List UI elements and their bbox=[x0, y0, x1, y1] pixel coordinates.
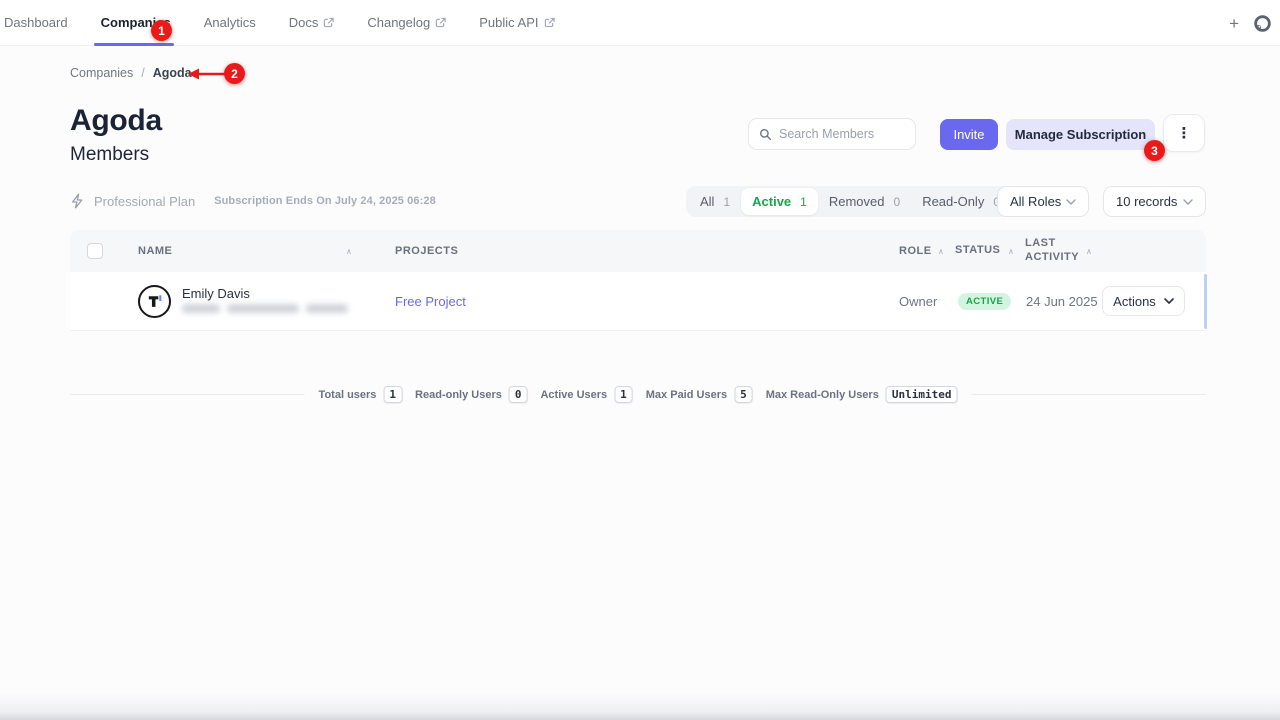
external-link-icon bbox=[544, 17, 555, 28]
records-per-page-dropdown[interactable]: 10 records bbox=[1103, 186, 1206, 217]
actions-label: Actions bbox=[1113, 294, 1156, 309]
roles-dropdown-value: All Roles bbox=[1010, 194, 1061, 209]
stat-value: 0 bbox=[509, 386, 528, 403]
filter-tab-count: 1 bbox=[800, 195, 807, 209]
sort-icon[interactable]: ∧ bbox=[938, 247, 944, 256]
member-name: Emily Davis bbox=[182, 286, 250, 301]
filter-tab-active[interactable]: Active 1 bbox=[741, 188, 818, 215]
manage-subscription-button[interactable]: Manage Subscription bbox=[1006, 119, 1155, 150]
annotation-arrow-icon bbox=[186, 66, 228, 82]
chevron-down-icon bbox=[1164, 298, 1174, 304]
filter-tab-removed[interactable]: Removed 0 bbox=[818, 188, 911, 215]
nav-right-actions: + bbox=[1229, 0, 1272, 46]
kebab-icon: ⋮ bbox=[1177, 126, 1192, 141]
nav-item-docs[interactable]: Docs bbox=[289, 0, 335, 46]
page-subtitle: Members bbox=[70, 144, 149, 166]
top-nav: Dashboard Companies Analytics Docs Chang… bbox=[0, 0, 1280, 46]
column-status[interactable]: STATUS bbox=[955, 230, 1000, 272]
external-link-icon bbox=[323, 17, 334, 28]
filter-tab-count: 1 bbox=[723, 195, 730, 209]
last-activity-date: 24 Jun 2025 bbox=[1026, 294, 1098, 309]
sort-icon[interactable]: ∧ bbox=[1008, 247, 1014, 256]
search-members-box bbox=[748, 118, 916, 150]
annotation-badge-1: 1 bbox=[151, 20, 172, 41]
project-link[interactable]: Free Project bbox=[395, 294, 466, 309]
stat-max-paid-users: Max Paid Users 5 bbox=[646, 386, 753, 403]
filter-tab-all[interactable]: All 1 bbox=[689, 188, 741, 215]
user-stats-bar: Total users 1 Read-only Users 0 Active U… bbox=[305, 385, 972, 404]
stat-label: Max Read-Only Users bbox=[766, 389, 879, 401]
scrollbar-indicator[interactable] bbox=[1204, 274, 1207, 329]
plan-name: Professional Plan bbox=[94, 194, 195, 209]
breadcrumb: Companies / Agoda bbox=[70, 66, 192, 80]
filter-tab-label: Removed bbox=[829, 194, 885, 209]
filter-tab-label: Active bbox=[752, 194, 791, 209]
status-filter-group: All 1 Active 1 Removed 0 Read-Only 0 bbox=[686, 186, 1014, 217]
redacted-email bbox=[182, 304, 348, 313]
records-dropdown-value: 10 records bbox=[1116, 194, 1177, 209]
plan-info: Professional Plan Subscription Ends On J… bbox=[70, 193, 436, 209]
stat-value: Unlimited bbox=[886, 386, 958, 403]
column-projects[interactable]: PROJECTS bbox=[395, 230, 458, 272]
select-all-checkbox[interactable] bbox=[87, 243, 103, 259]
nav-item-public-api[interactable]: Public API bbox=[479, 0, 554, 46]
search-icon bbox=[759, 128, 772, 141]
bottom-fade bbox=[0, 692, 1280, 720]
column-role[interactable]: ROLE bbox=[899, 230, 932, 272]
active-tab-underline bbox=[94, 43, 174, 46]
sort-icon[interactable]: ∧ bbox=[346, 247, 352, 256]
invite-button[interactable]: Invite bbox=[940, 119, 998, 150]
stat-read-only-users: Read-only Users 0 bbox=[415, 386, 527, 403]
column-name[interactable]: NAME bbox=[138, 230, 172, 272]
more-options-button[interactable]: ⋮ bbox=[1163, 114, 1205, 152]
nav-item-label: Changelog bbox=[367, 15, 430, 30]
nav-item-changelog[interactable]: Changelog bbox=[367, 0, 446, 46]
nav-item-dashboard[interactable]: Dashboard bbox=[4, 0, 68, 46]
stat-value: 1 bbox=[383, 386, 402, 403]
filter-tab-label: Read-Only bbox=[922, 194, 984, 209]
account-icon[interactable] bbox=[1253, 14, 1272, 33]
avatar bbox=[138, 285, 171, 318]
subscription-end-text: Subscription Ends On July 24, 2025 06:28 bbox=[214, 195, 436, 207]
filter-tab-label: All bbox=[700, 194, 714, 209]
stat-value: 5 bbox=[734, 386, 753, 403]
column-last-activity[interactable]: LAST ACTIVITY bbox=[1025, 230, 1085, 272]
stat-total-users: Total users 1 bbox=[319, 386, 403, 403]
member-role: Owner bbox=[899, 294, 937, 309]
annotation-badge-2: 2 bbox=[224, 63, 245, 84]
stat-max-read-only-users: Max Read-Only Users Unlimited bbox=[766, 386, 958, 403]
annotation-badge-3: 3 bbox=[1144, 140, 1165, 161]
stat-label: Max Paid Users bbox=[646, 389, 727, 401]
chevron-down-icon bbox=[1183, 199, 1193, 205]
nav-item-label: Docs bbox=[289, 15, 319, 30]
breadcrumb-separator: / bbox=[141, 66, 144, 80]
roles-dropdown[interactable]: All Roles bbox=[997, 186, 1089, 217]
chevron-down-icon bbox=[1066, 199, 1076, 205]
stat-label: Total users bbox=[319, 389, 377, 401]
nav-item-label: Dashboard bbox=[4, 15, 68, 30]
company-logo-icon bbox=[145, 292, 164, 311]
page-title: Agoda bbox=[70, 104, 162, 138]
stat-label: Active Users bbox=[540, 389, 607, 401]
stat-active-users: Active Users 1 bbox=[540, 386, 632, 403]
members-table-header: NAME ∧ PROJECTS ROLE ∧ STATUS ∧ LAST ACT… bbox=[70, 230, 1206, 272]
stat-label: Read-only Users bbox=[415, 389, 502, 401]
external-link-icon bbox=[435, 17, 446, 28]
status-badge: ACTIVE bbox=[958, 293, 1011, 310]
nav-item-label: Public API bbox=[479, 15, 538, 30]
app-root: Dashboard Companies Analytics Docs Chang… bbox=[0, 0, 1280, 720]
breadcrumb-companies[interactable]: Companies bbox=[70, 66, 133, 80]
lightning-icon bbox=[70, 193, 85, 209]
search-members-input[interactable] bbox=[779, 127, 899, 141]
filter-tab-count: 0 bbox=[894, 195, 901, 209]
sort-icon[interactable]: ∧ bbox=[1086, 247, 1092, 256]
row-actions-button[interactable]: Actions bbox=[1102, 286, 1185, 316]
stat-value: 1 bbox=[614, 386, 633, 403]
nav-item-analytics[interactable]: Analytics bbox=[204, 0, 256, 46]
table-row: Emily Davis Free Project Owner ACTIVE 24… bbox=[70, 272, 1206, 331]
add-icon[interactable]: + bbox=[1229, 15, 1239, 32]
nav-item-label: Analytics bbox=[204, 15, 256, 30]
